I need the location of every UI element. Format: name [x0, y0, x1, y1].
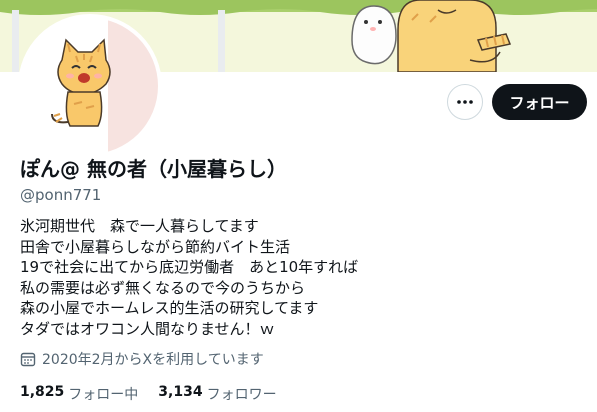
- profile-display-name: ぽん@ 無の者（小屋暮らし）: [20, 157, 287, 181]
- avatar-cat-image: [22, 18, 158, 154]
- bio-line: タダではオワコン人間なりません！ｗ: [20, 319, 275, 338]
- profile-handle: @ponn771: [20, 186, 102, 204]
- calendar-icon: [20, 352, 36, 367]
- ghost-illustration: [351, 5, 397, 65]
- profile-stats: 1,825 フォロー中 3,134 フォロワー: [20, 384, 277, 404]
- following-count: 1,825: [20, 384, 65, 400]
- bio-line: 氷河期世代 森で一人暮らしてます: [20, 217, 259, 235]
- following-link[interactable]: 1,825 フォロー中: [20, 384, 138, 404]
- more-options-button[interactable]: [447, 84, 483, 120]
- profile-joined-date: 2020年2月からXを利用しています: [20, 349, 264, 369]
- profile-avatar[interactable]: [18, 14, 162, 158]
- profile-bio: 氷河期世代 森で一人暮らしてます 田舎で小屋暮らしながら節約バイト生活 19で社…: [20, 216, 358, 339]
- followers-link[interactable]: 3,134 フォロワー: [158, 384, 276, 404]
- bio-line: 森の小屋でホームレス的生活の研究してます: [20, 299, 319, 317]
- following-label: フォロー中: [68, 387, 139, 403]
- more-icon: [457, 100, 473, 104]
- joined-text: 2020年2月からXを利用しています: [42, 352, 264, 368]
- bio-line: 私の需要は必ず無くなるので今のうちから: [20, 278, 306, 297]
- bio-line: 田舎で小屋暮らしながら節約バイト生活: [20, 237, 291, 256]
- follow-button[interactable]: フォロー: [492, 84, 587, 120]
- followers-count: 3,134: [158, 384, 203, 400]
- followers-label: フォロワー: [206, 387, 277, 403]
- bio-line: 19で社会に出てから底辺労働者 あと10年すれば: [20, 258, 359, 276]
